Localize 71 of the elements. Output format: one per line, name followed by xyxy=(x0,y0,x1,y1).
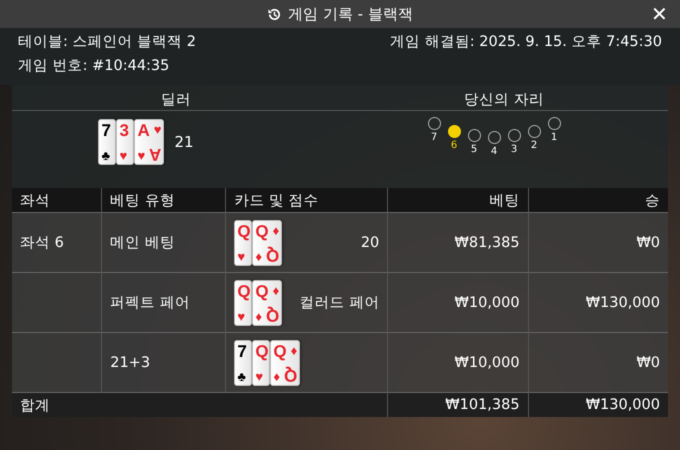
seat-circle[interactable] xyxy=(488,131,500,144)
card-suit: ♥ xyxy=(255,368,264,384)
dealer-score: 21 xyxy=(174,133,194,151)
window-title: 게임 기록 - 블랙잭 xyxy=(288,4,413,24)
card-suit: ♣ xyxy=(237,368,246,384)
seat-number: 1 xyxy=(550,132,558,143)
table-cell: ₩130,000 xyxy=(528,272,668,332)
column-header: 카드 및 점수 xyxy=(226,188,388,212)
card-rank: 7 xyxy=(101,121,111,141)
table-cell: 퍼펙트 페어 xyxy=(102,272,226,332)
table-cell: ₩10,000 xyxy=(388,272,528,332)
card-rank: A xyxy=(137,121,150,141)
table-cell: ₩10,000 xyxy=(388,332,528,392)
card-suit: ♦ xyxy=(255,248,262,264)
card-suit: ♥ xyxy=(119,148,128,163)
card-rank: Q xyxy=(284,364,298,384)
card-rank: Q xyxy=(266,244,280,264)
column-header: 좌석 xyxy=(12,188,102,212)
card-suit: ♥ xyxy=(237,308,246,324)
card-rank: 7 xyxy=(237,342,247,362)
card-rank: Q xyxy=(255,282,269,302)
card-suit: ♦ xyxy=(255,308,262,324)
table-cell: ₩101,385 xyxy=(388,392,528,417)
seat-circle[interactable] xyxy=(528,125,540,138)
game-number: 게임 번호: #10:44:35 xyxy=(18,57,170,75)
table-cell: ₩81,385 xyxy=(388,212,528,272)
card-rank: Q xyxy=(255,222,269,242)
history-icon xyxy=(267,6,282,22)
card-rank: Q xyxy=(266,304,280,324)
table-cell: 메인 베팅 xyxy=(102,212,226,272)
card-suit: ♣ xyxy=(101,148,110,163)
seat-number: 5 xyxy=(470,144,478,155)
seat-circle[interactable] xyxy=(448,125,460,138)
column-header: 베팅 xyxy=(388,188,528,212)
card-rank: 3 xyxy=(119,121,129,141)
card-suit: ♥ xyxy=(154,122,162,137)
card-rank: Q xyxy=(255,342,269,362)
card-rank: A xyxy=(149,144,162,164)
table-cell: 좌석 6 xyxy=(12,212,102,272)
card-rank: Q xyxy=(237,222,251,242)
hand-result: 컬러드 페어 xyxy=(300,294,380,312)
seat-number: 7 xyxy=(430,132,438,143)
table-name: 테이블: 스페인어 블랙잭 2 xyxy=(18,33,197,51)
seat-number: 2 xyxy=(530,140,538,151)
card-suit: ♦ xyxy=(290,342,298,358)
card-rank: Q xyxy=(273,342,287,362)
column-header: 베팅 유형 xyxy=(102,188,226,212)
table-cell: 합계 xyxy=(12,392,388,417)
table-cell: ₩0 xyxy=(528,212,668,272)
table-cell: ₩130,000 xyxy=(528,392,668,417)
seat-number: 3 xyxy=(510,144,518,155)
card-suit: ♦ xyxy=(272,282,280,298)
card-rank: Q xyxy=(237,282,251,302)
dealer-heading: 딜러 xyxy=(12,85,340,111)
close-button[interactable]: ✕ xyxy=(649,2,670,27)
column-header: 승 xyxy=(528,188,668,212)
card-suit: ♥ xyxy=(237,248,246,264)
seat-heading: 당신의 자리 xyxy=(340,85,668,111)
seat-circle[interactable] xyxy=(508,129,520,142)
card-suit: ♥ xyxy=(137,148,146,163)
hand-result: 20 xyxy=(360,234,380,250)
seat-number: 6 xyxy=(450,140,458,151)
resolved-time: 게임 해결됨: 2025. 9. 15. 오후 7:45:30 xyxy=(390,33,662,51)
seat-circle[interactable] xyxy=(548,117,560,130)
seat-circle[interactable] xyxy=(468,129,480,142)
table-cell: 21+3 xyxy=(102,332,226,392)
seat-circle[interactable] xyxy=(428,117,440,130)
table-cell: ₩0 xyxy=(528,332,668,392)
card-suit: ♦ xyxy=(273,368,280,384)
seat-number: 4 xyxy=(490,146,498,157)
card-suit: ♦ xyxy=(272,222,280,238)
